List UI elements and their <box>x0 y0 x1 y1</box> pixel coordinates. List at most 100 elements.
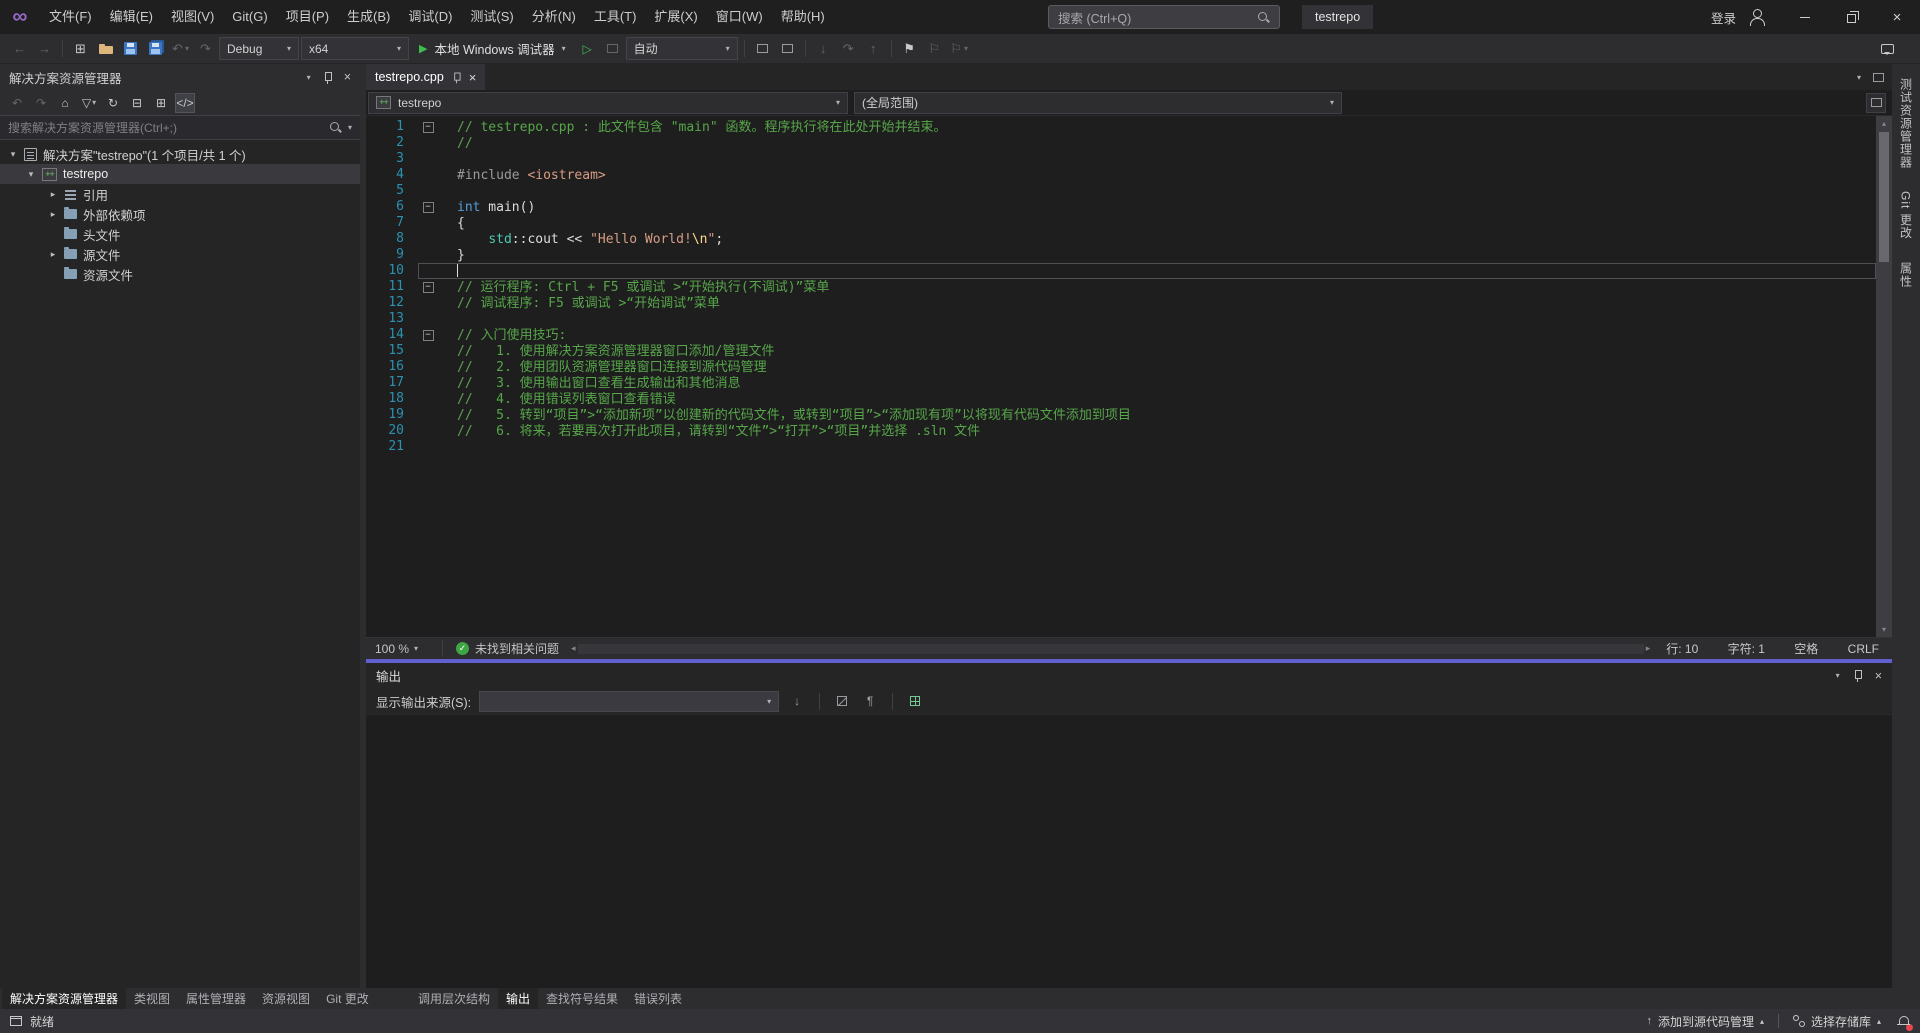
menu-item[interactable]: 文件(F) <box>40 0 101 34</box>
menu-item[interactable]: 视图(V) <box>162 0 223 34</box>
toggle-messages-button[interactable] <box>905 691 925 711</box>
menu-item[interactable]: 帮助(H) <box>772 0 834 34</box>
panel-tab[interactable]: 类视图 <box>126 988 178 1009</box>
menu-item[interactable]: 调试(D) <box>399 0 461 34</box>
code-line[interactable]: 19// 5. 转到“项目”>“添加新项”以创建新的代码文件，或转到“项目”>“… <box>366 407 1876 423</box>
panel-tab[interactable]: Git 更改 <box>318 988 377 1009</box>
tree-item[interactable]: ▸源文件 <box>0 244 360 264</box>
expand-arrow-icon[interactable]: ▸ <box>48 249 58 260</box>
step-over-button[interactable]: ↷ <box>837 37 860 61</box>
panel-tab[interactable]: 输出 <box>498 988 538 1009</box>
tree-item-solution[interactable]: ▾ 解决方案"testrepo"(1 个项目/共 1 个) <box>0 144 360 164</box>
add-to-source-control-button[interactable]: ↑ 添加到源代码管理 ▴ <box>1646 1013 1764 1030</box>
spaces-indicator[interactable]: 空格 <box>1781 642 1831 656</box>
start-debugging-button[interactable]: ▶ 本地 Windows 调试器 ▾ <box>411 37 574 61</box>
solution-explorer-search-input[interactable] <box>8 121 323 135</box>
right-tool-tab[interactable]: 属性 <box>1898 262 1915 288</box>
panel-tab[interactable]: 属性管理器 <box>178 988 254 1009</box>
solution-explorer-search[interactable]: ▾ <box>0 116 360 140</box>
solution-name-badge[interactable]: testrepo <box>1302 5 1373 29</box>
platform-combobox[interactable]: x64 ▾ <box>301 37 409 60</box>
line-indicator[interactable]: 行: 10 <box>1653 642 1711 656</box>
se-show-all-files-button[interactable]: </> <box>175 93 195 113</box>
navigate-back-button[interactable]: ← <box>8 37 31 61</box>
document-health-indicator[interactable]: ✓ 未找到相关问题 <box>447 640 568 657</box>
scroll-up-icon[interactable]: ▴ <box>1876 116 1892 131</box>
new-item-button[interactable]: ⊞ <box>69 37 92 61</box>
output-content[interactable] <box>366 715 1892 988</box>
code-line[interactable]: 13 <box>366 311 1876 327</box>
fold-collapse-icon[interactable]: − <box>423 122 434 133</box>
scroll-down-icon[interactable]: ▾ <box>1876 622 1892 637</box>
step-into-button[interactable]: ↓ <box>812 37 835 61</box>
menu-item[interactable]: 工具(T) <box>585 0 646 34</box>
code-line[interactable]: 2// <box>366 135 1876 151</box>
close-icon[interactable]: × <box>344 70 351 84</box>
go-to-message-button[interactable]: ↓ <box>787 691 807 711</box>
clear-output-button[interactable] <box>832 691 852 711</box>
tree-item[interactable]: 资源文件 <box>0 264 360 284</box>
expand-arrow-icon[interactable]: ▸ <box>48 209 58 220</box>
fold-collapse-icon[interactable]: − <box>423 202 434 213</box>
output-panel-header[interactable]: 输出 ▾ × <box>366 663 1892 688</box>
close-icon[interactable]: × <box>469 70 477 85</box>
code-line[interactable]: 14−// 入门使用技巧: <box>366 327 1876 343</box>
account-icon[interactable] <box>1748 8 1766 26</box>
split-editor-button[interactable] <box>1866 93 1886 113</box>
expand-arrow-icon[interactable]: ▸ <box>48 189 58 200</box>
panel-tab[interactable]: 错误列表 <box>626 988 690 1009</box>
pin-icon[interactable] <box>1852 669 1863 682</box>
save-all-button[interactable] <box>144 37 167 61</box>
open-file-button[interactable] <box>94 37 117 61</box>
window-position-icon[interactable]: ▾ <box>307 73 311 82</box>
expand-arrow-icon[interactable]: ▾ <box>26 169 36 180</box>
tab-list-dropdown-icon[interactable]: ▾ <box>1857 73 1861 82</box>
right-tool-tab[interactable]: 测试资源管理器 <box>1898 78 1915 169</box>
code-line[interactable]: 15// 1. 使用解决方案资源管理器窗口添加/管理文件 <box>366 343 1876 359</box>
code-editor[interactable]: 1−// testrepo.cpp : 此文件包含 "main" 函数。程序执行… <box>366 116 1892 637</box>
code-line[interactable]: 10 <box>366 263 1876 279</box>
code-line[interactable]: 11−// 运行程序: Ctrl + F5 或调试 >“开始执行(不调试)”菜单 <box>366 279 1876 295</box>
panel-tab[interactable]: 调用层次结构 <box>410 988 498 1009</box>
menu-item[interactable]: 扩展(X) <box>645 0 706 34</box>
navigate-forward-button[interactable]: → <box>33 37 56 61</box>
menu-item[interactable]: 窗口(W) <box>707 0 772 34</box>
line-ending-indicator[interactable]: CRLF <box>1835 642 1892 656</box>
code-line[interactable]: 7{ <box>366 215 1876 231</box>
undo-dropdown-icon[interactable]: ▾ <box>185 44 189 53</box>
code-line[interactable]: 6−int main() <box>366 199 1876 215</box>
pin-icon[interactable] <box>322 71 333 84</box>
expand-arrow-icon[interactable]: ▾ <box>8 149 18 160</box>
code-line[interactable]: 12// 调试程序: F5 或调试 >“开始调试”菜单 <box>366 295 1876 311</box>
menu-item[interactable]: 分析(N) <box>523 0 585 34</box>
editor-vertical-scrollbar[interactable]: ▴ ▾ <box>1876 116 1892 637</box>
code-line[interactable]: 16// 2. 使用团队资源管理器窗口连接到源代码管理 <box>366 359 1876 375</box>
se-back-button[interactable]: ↶ <box>7 93 27 113</box>
configuration-combobox[interactable]: Debug ▾ <box>219 37 299 60</box>
maximize-button[interactable] <box>1828 0 1874 34</box>
step-out-button[interactable]: ↑ <box>862 37 885 61</box>
tree-item-project[interactable]: ▾ ++ testrepo <box>0 164 360 184</box>
panel-tab[interactable]: 资源视图 <box>254 988 318 1009</box>
undo-button[interactable]: ↶▾ <box>169 37 192 61</box>
output-source-combobox[interactable]: ▾ <box>479 691 779 712</box>
scroll-left-icon[interactable]: ◂ <box>571 643 576 654</box>
word-wrap-button[interactable]: ¶ <box>860 691 880 711</box>
split-window-button[interactable] <box>776 37 799 61</box>
se-home-button[interactable]: ⌂ <box>55 93 75 113</box>
code-line[interactable]: 20// 6. 将来，若要再次打开此项目，请转到“文件”>“打开”>“项目”并选… <box>366 423 1876 439</box>
redo-button[interactable]: ↷ <box>194 37 217 61</box>
project-scope-combobox[interactable]: ++ testrepo ▾ <box>368 92 848 114</box>
next-bookmark-button[interactable]: ⚐▾ <box>948 37 971 61</box>
se-new-item-button[interactable]: ⊞ <box>151 93 171 113</box>
select-repository-button[interactable]: 选择存储库 ▴ <box>1793 1013 1881 1030</box>
document-tab-active[interactable]: testrepo.cpp × <box>366 64 485 90</box>
float-window-icon[interactable] <box>1873 73 1884 82</box>
code-line[interactable]: 4#include <iostream> <box>366 167 1876 183</box>
solution-explorer-header[interactable]: 解决方案资源管理器 ▾ × <box>0 64 360 90</box>
chevron-down-icon[interactable]: ▾ <box>348 123 352 132</box>
panel-tab[interactable]: 解决方案资源管理器 <box>2 988 126 1009</box>
tree-item[interactable]: ▸外部依赖项 <box>0 204 360 224</box>
code-line[interactable]: 3 <box>366 151 1876 167</box>
se-forward-button[interactable]: ↷ <box>31 93 51 113</box>
